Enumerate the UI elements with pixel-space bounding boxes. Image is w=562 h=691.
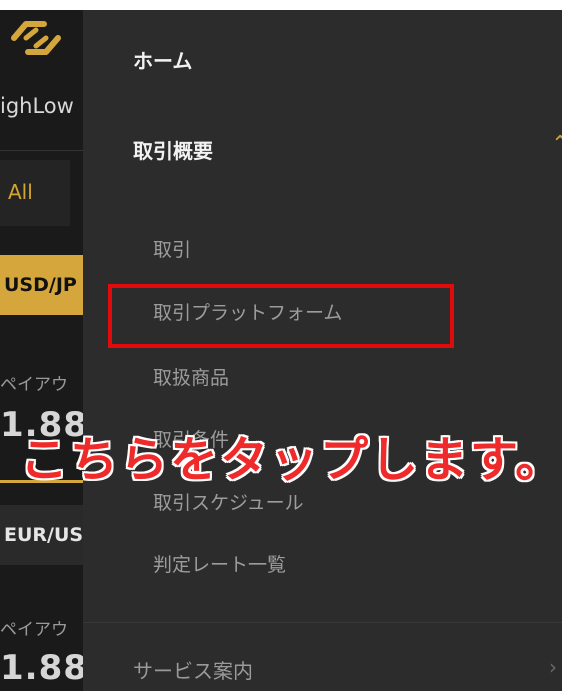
- chevron-up-icon[interactable]: ⌃: [551, 132, 562, 157]
- payout-label: ペイアウ: [0, 375, 68, 395]
- submenu-item-products[interactable]: 取扱商品: [153, 363, 229, 390]
- submenu-item-trading-schedule[interactable]: 取引スケジュール: [153, 488, 304, 515]
- filter-all-label[interactable]: All: [8, 180, 33, 204]
- menu-item-trading-overview[interactable]: 取引概要: [133, 135, 213, 164]
- chevron-right-icon[interactable]: ›: [549, 655, 557, 679]
- payout-label: ペイアウ: [0, 620, 68, 640]
- submenu-item-trading[interactable]: 取引: [153, 235, 191, 262]
- menu-item-home[interactable]: ホーム: [133, 45, 192, 74]
- tap-here-callout: こちらをタップします。: [20, 432, 562, 488]
- brand-name: ighLow: [0, 94, 74, 118]
- brand-logo-icon: [11, 21, 61, 55]
- payout-value: 1.88: [0, 648, 88, 688]
- submenu-item-rate-list[interactable]: 判定レート一覧: [153, 550, 286, 577]
- app-screen: ighLow All USD/JP ペイアウ 1.88 EUR/US ペイアウ …: [0, 10, 562, 691]
- menu-item-service-guide[interactable]: サービス案内: [133, 655, 253, 684]
- highlight-box: [108, 284, 454, 348]
- divider: [83, 622, 562, 623]
- navigation-drawer: ホーム 取引概要 ⌃ 取引 取引プラットフォーム 取扱商品 取引条件 取引スケジ…: [83, 10, 562, 691]
